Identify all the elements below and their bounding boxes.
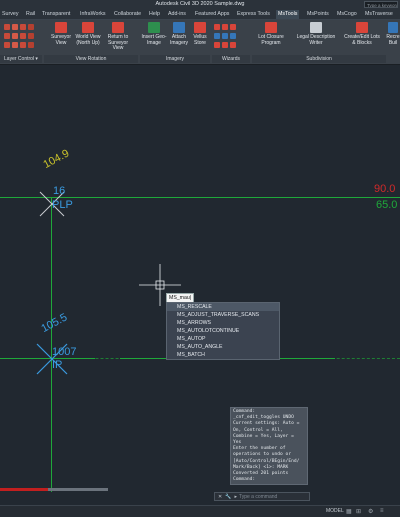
wizard-tool-icon[interactable] (222, 42, 228, 48)
store-icon (194, 22, 206, 33)
tab-survey[interactable]: Survey (2, 11, 19, 17)
autocomplete-item[interactable]: MS_ADJUST_TRAVERSE_SCANS (167, 311, 279, 319)
create-edit-lots-button[interactable]: Create/Edit Lots & Blocks (342, 22, 382, 46)
command-autocomplete-list: MS_RESCALE MS_ADJUST_TRAVERSE_SCANS MS_A… (166, 302, 280, 360)
tab-mstools[interactable]: MsTools (276, 10, 300, 19)
tab-help[interactable]: Help (149, 11, 160, 17)
imagery-icon (173, 22, 185, 33)
layer-tool-icon[interactable] (4, 33, 10, 39)
layer-tool-icon[interactable] (20, 24, 26, 30)
wizard-tool-icon[interactable] (222, 24, 228, 30)
tab-transparent[interactable]: Transparent (42, 11, 70, 17)
surveyor-view-button[interactable]: Surveyor View (47, 22, 75, 46)
lots-icon (356, 22, 368, 33)
layer-tool-icon[interactable] (28, 24, 34, 30)
tab-express-tools[interactable]: Express Tools (237, 11, 270, 17)
document-icon (310, 22, 322, 33)
tab-infraworks[interactable]: InfraWorks (80, 11, 106, 17)
layer-tool-icon[interactable] (4, 24, 10, 30)
attach-imagery-button[interactable]: Attach Imagery (167, 22, 191, 46)
command-line[interactable]: ✕ 🔧 ▸ Type a command (214, 492, 310, 501)
point-code-label: PLP (52, 199, 73, 211)
autocomplete-item[interactable]: MS_AUTO_ANGLE (167, 343, 279, 351)
history-line: [Auto/Control/BEgin/End/ (233, 458, 300, 464)
tab-mstraverse[interactable]: MsTraverse (365, 11, 393, 17)
history-line: Current settings: Auto = (233, 421, 300, 427)
north-arrow-icon (82, 22, 94, 33)
autocomplete-item[interactable]: MS_RESCALE (167, 303, 279, 311)
layout-tab-indicator (0, 488, 48, 491)
lot-closure-icon (265, 22, 277, 33)
panel-label-wizards: Wizards (212, 55, 250, 63)
autocomplete-item[interactable]: MS_AUTOP (167, 335, 279, 343)
tab-add-ins[interactable]: Add-ins (168, 11, 186, 17)
world-view-button[interactable]: World View (North Up) (74, 22, 102, 46)
command-input[interactable]: Type a command (239, 494, 277, 500)
model-space-toggle[interactable]: MODEL (326, 508, 344, 514)
panel-label-imagery: Imagery (140, 55, 210, 63)
close-icon[interactable]: ✕ (215, 494, 225, 500)
layer-tool-icon[interactable] (20, 33, 26, 39)
bearing-label: 90.0 (374, 183, 396, 195)
wizard-tool-icon[interactable] (230, 24, 236, 30)
image-icon (148, 22, 160, 33)
layer-tool-icon[interactable] (28, 33, 34, 39)
settings-icon[interactable]: ⚙ (368, 508, 373, 515)
panel-label-view-rotation: View Rotation (44, 55, 138, 63)
panel-label-layer-control[interactable]: Layer Control ▾ (0, 55, 42, 63)
status-bar: MODEL ▦ ⊞ ⚙ ≡ (0, 488, 400, 517)
autocomplete-item[interactable]: MS_AUTOLOTCONTINUE (167, 327, 279, 335)
point-number-label: 16 (53, 185, 66, 197)
wizard-tool-icon[interactable] (230, 42, 236, 48)
vellus-store-button[interactable]: Vellus Store (190, 22, 210, 46)
ribbon-tabs: Survey Rail Transparent InfraWorks Colla… (0, 10, 400, 20)
return-arrow-icon (112, 22, 124, 33)
wizard-tool-icon[interactable] (222, 33, 228, 39)
point-elevation-label: 105.5 (39, 311, 70, 335)
lot-closure-program-button[interactable]: Lot Closure Program (254, 22, 288, 46)
search-input[interactable]: Type a keyword (364, 1, 398, 8)
layer-tool-icon[interactable] (20, 42, 26, 48)
scrollbar[interactable] (48, 488, 108, 491)
point-code-label: IP (52, 359, 63, 371)
drawing-canvas[interactable]: 104.9 16 PLP 105.5 1007 IP 90.0 65.0 (0, 65, 400, 492)
menu-icon[interactable]: ≡ (380, 508, 384, 514)
legal-description-writer-button[interactable]: Legal Description Writer (296, 22, 336, 46)
tab-collaborate[interactable]: Collaborate (114, 11, 141, 17)
history-line: Command: (233, 477, 256, 483)
layer-tool-icon[interactable] (12, 42, 18, 48)
layer-tool-icon[interactable] (4, 42, 10, 48)
panel-label-subdivision: Subdivision (252, 55, 386, 63)
tab-mscogo[interactable]: MsCogo (337, 11, 357, 17)
rebuild-icon (388, 22, 398, 33)
title-bar: Autodesk Civil 3D 2020 Sample.dwg Type a… (0, 0, 400, 10)
return-to-surveyor-view-button[interactable]: Return to Surveyor View (102, 22, 134, 52)
tab-rail[interactable]: Rail (26, 11, 35, 17)
point-elevation-label: 104.9 (41, 147, 72, 171)
layer-tool-icon[interactable] (12, 24, 18, 30)
ribbon: Surveyor View World View (North Up) Retu… (0, 20, 400, 65)
wizard-tool-icon[interactable] (214, 42, 220, 48)
compass-icon (55, 22, 67, 33)
wizard-tool-icon[interactable] (214, 24, 220, 30)
grid-icon[interactable]: ▦ (346, 508, 352, 515)
wizard-tool-icon[interactable] (214, 33, 220, 39)
command-history: Command: _cnf_edit_toggles UNDO Current … (230, 407, 308, 486)
layer-tool-icon[interactable] (12, 33, 18, 39)
tab-mspoints[interactable]: MsPoints (307, 11, 329, 17)
snap-icon[interactable]: ⊞ (356, 508, 361, 515)
tab-featured-apps[interactable]: Featured Apps (195, 11, 229, 17)
layer-tool-icon[interactable] (28, 42, 34, 48)
point-number-label: 1007 (52, 346, 77, 358)
recreate-build-button[interactable]: Recre Buil (386, 22, 400, 46)
wizard-tool-icon[interactable] (230, 33, 236, 39)
autocomplete-item[interactable]: MS_ARROWS (167, 319, 279, 327)
distance-label: 65.0 (376, 199, 398, 211)
window-title: Autodesk Civil 3D 2020 Sample.dwg (155, 1, 245, 7)
autocomplete-item[interactable]: MS_BATCH (167, 351, 279, 359)
insert-geo-image-button[interactable]: Insert Geo-Image (141, 22, 167, 46)
